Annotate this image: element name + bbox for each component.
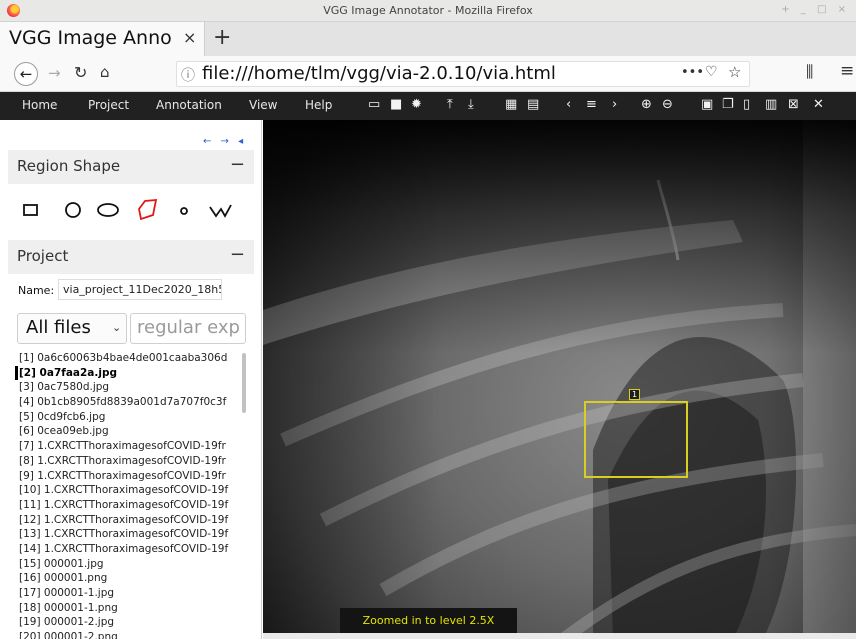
via-menubar: Home Project Annotation View Help ▭ ■ ✹ … bbox=[0, 92, 856, 120]
project-title: Project bbox=[17, 247, 69, 265]
close-icon[interactable]: ✕ bbox=[813, 97, 824, 112]
menu-project[interactable]: Project bbox=[88, 98, 129, 112]
file-list-item[interactable]: [9] 1.CXRCTThoraximagesofCOVID-19fr bbox=[19, 469, 249, 484]
region-id-label: 1 bbox=[629, 389, 640, 400]
file-list-item[interactable]: [20] 000001-2.png bbox=[19, 630, 249, 639]
next-icon[interactable]: › bbox=[612, 97, 617, 112]
navigation-toolbar: ← → ↻ ⌂ ⓘ file:///home/tlm/vgg/via-2.0.1… bbox=[0, 56, 856, 92]
grid-icon[interactable]: ▦ bbox=[505, 97, 517, 112]
delete-selected-icon[interactable]: ⊠ bbox=[788, 97, 799, 112]
file-list-item[interactable]: [4] 0b1cb8905fd8839a001d7a707f0c3f bbox=[19, 395, 249, 410]
project-name-input[interactable]: via_project_11Dec2020_18h5 bbox=[58, 279, 222, 300]
menu-view[interactable]: View bbox=[249, 98, 277, 112]
list-icon[interactable]: ≡ bbox=[586, 97, 597, 112]
ellipse-icon[interactable] bbox=[96, 197, 122, 223]
url-bar[interactable]: ⓘ file:///home/tlm/vgg/via-2.0.10/via.ht… bbox=[176, 61, 750, 87]
xray-image bbox=[263, 120, 856, 639]
file-filter-select[interactable]: All files ⌄ bbox=[17, 313, 127, 344]
file-list-item[interactable]: [14] 1.CXRCTThoraximagesofCOVID-19f bbox=[19, 542, 249, 557]
window-controls[interactable]: + _ □ × bbox=[781, 4, 850, 15]
file-list-item[interactable]: [16] 000001.png bbox=[19, 571, 249, 586]
paste-all-icon[interactable]: ▥ bbox=[765, 97, 777, 112]
download-icon[interactable]: ⤓ bbox=[468, 97, 474, 112]
upload-icon[interactable]: ⤒ bbox=[447, 97, 453, 112]
project-name-label: Name: bbox=[18, 284, 55, 297]
regex-filter-input[interactable]: regular exp bbox=[130, 313, 246, 344]
menu-icon[interactable]: ≡ bbox=[840, 61, 854, 81]
file-list-item[interactable]: [18] 000001-1.png bbox=[19, 601, 249, 616]
zoom-status-message: Zoomed in to level 2.5X bbox=[340, 608, 517, 634]
library-icon[interactable]: ⫼ bbox=[806, 62, 813, 82]
file-list-item[interactable]: [13] 1.CXRCTThoraximagesofCOVID-19f bbox=[19, 527, 249, 542]
project-panel-header[interactable]: Project − bbox=[8, 240, 254, 274]
file-list-item[interactable]: [11] 1.CXRCTThoraximagesofCOVID-19f bbox=[19, 498, 249, 513]
annotation-region-box[interactable] bbox=[584, 401, 688, 478]
file-list[interactable]: [1] 0a6c60063b4bae4de001caaba306d [2] 0a7… bbox=[19, 351, 249, 639]
collapse-icon[interactable]: − bbox=[230, 154, 245, 175]
file-list-item[interactable]: [7] 1.CXRCTThoraximagesofCOVID-19fr bbox=[19, 439, 249, 454]
copy-icon[interactable]: ❐ bbox=[722, 97, 734, 112]
file-list-item[interactable]: [15] 000001.jpg bbox=[19, 557, 249, 572]
menu-annotation[interactable]: Annotation bbox=[156, 98, 222, 112]
file-list-item[interactable]: [8] 1.CXRCTThoraximagesofCOVID-19fr bbox=[19, 454, 249, 469]
file-list-item[interactable]: [3] 0ac7580d.jpg bbox=[19, 380, 249, 395]
settings-icon[interactable]: ✹ bbox=[411, 97, 422, 112]
canvas-horizontal-scrollbar[interactable] bbox=[263, 633, 856, 639]
menu-home[interactable]: Home bbox=[22, 98, 57, 112]
pocket-icon[interactable]: ♡ bbox=[705, 64, 718, 80]
point-icon[interactable] bbox=[178, 197, 190, 223]
menu-help[interactable]: Help bbox=[305, 98, 332, 112]
collapse-icon[interactable]: − bbox=[230, 244, 245, 265]
open-folder-icon[interactable]: ▭ bbox=[368, 97, 380, 112]
window-title: VGG Image Annotator - Mozilla Firefox bbox=[323, 4, 533, 17]
more-icon[interactable]: ••• bbox=[681, 65, 704, 80]
comment-icon[interactable]: ▤ bbox=[527, 97, 539, 112]
file-list-item[interactable]: [6] 0cea09eb.jpg bbox=[19, 424, 249, 439]
zoom-in-icon[interactable]: ⊕ bbox=[641, 97, 652, 112]
file-list-item[interactable]: [12] 1.CXRCTThoraximagesofCOVID-19f bbox=[19, 513, 249, 528]
circle-icon[interactable] bbox=[64, 197, 84, 223]
tab-strip: VGG Image Anno × + bbox=[0, 22, 856, 56]
url-text[interactable]: file:///home/tlm/vgg/via-2.0.10/via.html bbox=[202, 63, 556, 84]
tab-close-icon[interactable]: × bbox=[183, 28, 196, 47]
info-icon[interactable]: ⓘ bbox=[181, 65, 195, 85]
rectangle-icon[interactable] bbox=[22, 197, 40, 223]
star-icon[interactable]: ☆ bbox=[728, 63, 741, 81]
select-all-icon[interactable]: ▣ bbox=[701, 97, 713, 112]
region-shape-title: Region Shape bbox=[17, 157, 121, 175]
new-tab-button[interactable]: + bbox=[213, 25, 231, 50]
forward-icon[interactable]: → bbox=[48, 64, 61, 82]
zoom-out-icon[interactable]: ⊖ bbox=[662, 97, 673, 112]
sidebar-resize-arrows-icon[interactable]: ← → ◂ bbox=[203, 136, 246, 147]
file-list-item[interactable]: [17] 000001-1.jpg bbox=[19, 586, 249, 601]
file-list-item[interactable]: [10] 1.CXRCTThoraximagesofCOVID-19f bbox=[19, 483, 249, 498]
back-icon[interactable]: ← bbox=[14, 62, 38, 86]
chevron-down-icon: ⌄ bbox=[112, 321, 122, 334]
prev-icon[interactable]: ‹ bbox=[566, 97, 571, 112]
region-shape-panel-header[interactable]: Region Shape − bbox=[8, 150, 254, 184]
reload-icon[interactable]: ↻ bbox=[74, 63, 87, 82]
file-list-item[interactable]: [1] 0a6c60063b4bae4de001caaba306d bbox=[19, 351, 249, 366]
file-filter-value: All files bbox=[26, 317, 91, 338]
active-file-marker bbox=[15, 366, 18, 380]
file-list-scrollbar[interactable] bbox=[242, 353, 246, 413]
polygon-icon[interactable] bbox=[136, 197, 160, 223]
file-list-item[interactable]: [2] 0a7faa2a.jpg bbox=[19, 366, 249, 381]
region-shape-selector bbox=[22, 197, 252, 223]
polyline-icon[interactable] bbox=[208, 197, 234, 223]
save-icon[interactable]: ■ bbox=[390, 97, 402, 112]
paste-icon[interactable]: ▯ bbox=[743, 97, 750, 112]
tab-label: VGG Image Anno bbox=[9, 27, 172, 49]
home-icon[interactable]: ⌂ bbox=[100, 63, 110, 81]
window-titlebar: VGG Image Annotator - Mozilla Firefox + … bbox=[0, 0, 856, 22]
file-list-item[interactable]: [19] 000001-2.jpg bbox=[19, 615, 249, 630]
tab-via[interactable]: VGG Image Anno × bbox=[0, 22, 205, 56]
image-canvas[interactable] bbox=[263, 120, 856, 639]
file-list-item[interactable]: [5] 0cd9fcb6.jpg bbox=[19, 410, 249, 425]
